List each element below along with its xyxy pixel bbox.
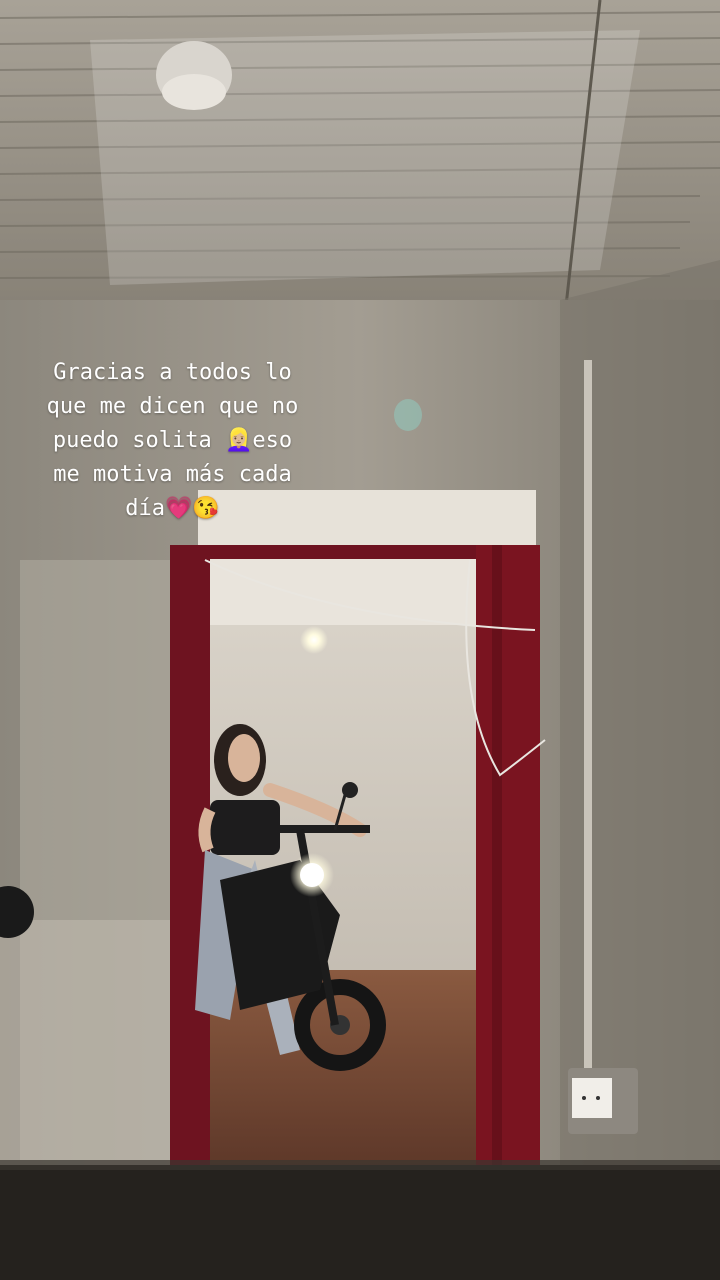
story-caption: Gracias a todos lo que me dicen que no p… <box>0 356 345 526</box>
foreground-sill <box>0 1165 720 1280</box>
caption-line: día💗😘 <box>125 496 220 521</box>
caption-line: Gracias a todos lo <box>53 360 292 385</box>
conduit-pipe <box>584 360 592 1080</box>
caption-line: que me dicen que no <box>46 394 299 419</box>
photo-scene <box>0 0 720 1280</box>
story-view[interactable]: Gracias a todos lo que me dicen que no p… <box>0 0 720 1280</box>
caption-line: me motiva más cada <box>53 462 292 487</box>
door-frame-left <box>170 545 210 1175</box>
caption-line: puedo solita 👱🏼‍♀️eso <box>52 428 293 453</box>
door-frame-right <box>476 545 540 1190</box>
